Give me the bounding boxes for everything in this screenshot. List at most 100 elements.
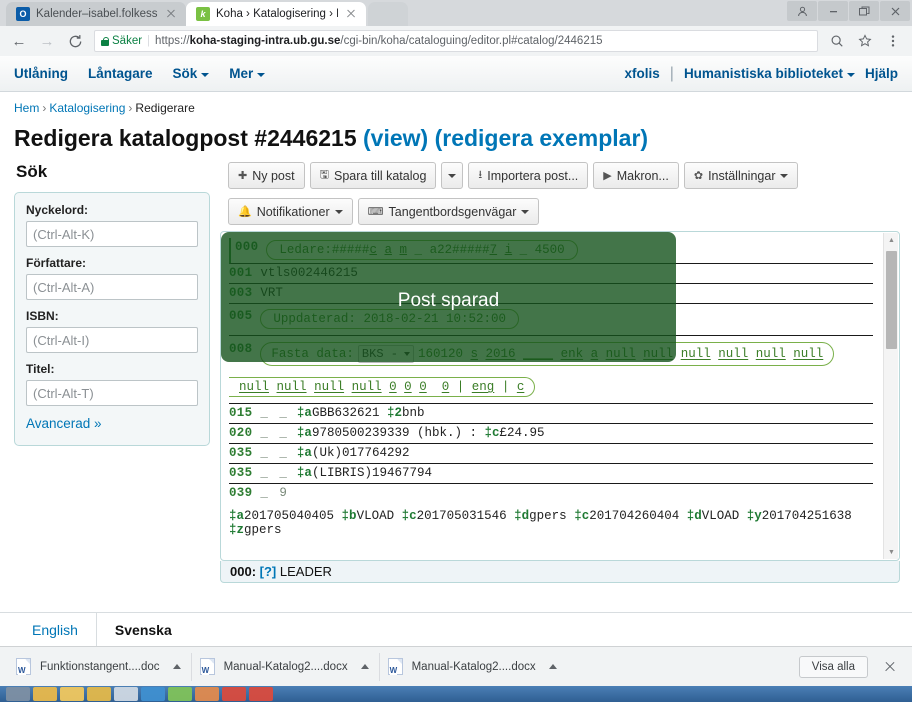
marc-tag: 039 (229, 486, 253, 500)
back-button[interactable]: ← (6, 28, 32, 54)
save-to-catalog-button[interactable]: 🖫 Spara till katalog (309, 162, 437, 189)
edit-items-link[interactable]: (redigera exemplar) (435, 125, 648, 151)
label-titel: Titel: (26, 362, 55, 376)
nav-divider: | (669, 64, 674, 82)
nav-user[interactable]: xfolis (625, 66, 660, 81)
author-input[interactable] (26, 274, 198, 300)
view-record-link[interactable]: (view) (363, 125, 428, 151)
nav-label: Mer (229, 66, 254, 81)
subfield-text: 9780500239339 (hbk.) : (311, 426, 477, 440)
marc-indicators: _ 9 (260, 486, 289, 500)
subfield-code: ‡c (484, 426, 500, 440)
chevron-up-icon[interactable] (548, 664, 557, 669)
taskbar-icon[interactable] (60, 687, 84, 701)
download-item-1[interactable]: Funktionstangent....doc (8, 652, 192, 681)
marc-row-020[interactable]: 020 _ _ ‡a9780500239339 (hbk.) : ‡c£24.9… (229, 424, 873, 444)
notifications-button[interactable]: 🔔 Notifikationer (228, 198, 353, 225)
taskbar-icon[interactable] (195, 687, 219, 701)
marc-row-039[interactable]: 039 _ 9 ‡a201705040405 ‡bVLOAD ‡c2017050… (229, 484, 873, 540)
language-english[interactable]: English (14, 613, 96, 647)
close-icon[interactable] (344, 7, 358, 21)
language-svenska[interactable]: Svenska (95, 612, 190, 646)
download-item-3[interactable]: Manual-Katalog2....docx (380, 653, 567, 681)
close-icon[interactable] (164, 7, 178, 21)
status-field-name: LEADER (279, 564, 332, 579)
show-all-downloads-button[interactable]: Visa alla (798, 655, 868, 678)
chevron-up-icon[interactable] (172, 664, 181, 669)
isbn-input[interactable] (26, 327, 198, 353)
marc-row-015[interactable]: 015 _ _ ‡aGBB632621 ‡2bnb (229, 404, 873, 424)
taskbar-icon[interactable] (114, 687, 138, 701)
taskbar-icon[interactable] (222, 687, 246, 701)
nav-item-sok[interactable]: Sök (173, 66, 210, 81)
advanced-search-link[interactable]: Avancerad » (26, 416, 102, 431)
taskbar-icon[interactable] (6, 687, 30, 701)
chevron-down-icon (521, 209, 530, 214)
subfield-text: gpers (529, 509, 567, 523)
nav-library-label: Humanistiska biblioteket (683, 66, 843, 81)
chevron-up-icon[interactable] (360, 664, 369, 669)
breadcrumb-katalogisering[interactable]: Katalogisering (49, 101, 125, 115)
import-record-button[interactable]: ⭳ Importera post... (468, 162, 589, 189)
forward-button[interactable]: → (34, 28, 60, 54)
nav-help[interactable]: Hjälp (865, 66, 898, 81)
minimize-icon[interactable] (818, 1, 848, 21)
download-filename: Manual-Katalog2....docx (411, 660, 536, 673)
close-icon[interactable] (882, 659, 898, 675)
title-input[interactable] (26, 380, 198, 406)
marc-row-035-b[interactable]: 035 _ _ ‡a(LIBRIS)19467794 (229, 464, 873, 484)
marc-row-035-a[interactable]: 035 _ _ ‡a(Uk)017764292 (229, 444, 873, 464)
subfield-code: ‡a (296, 446, 312, 460)
field-help-link[interactable]: [?] (260, 564, 277, 579)
close-icon[interactable] (880, 1, 910, 21)
taskbar-icon[interactable] (141, 687, 165, 701)
taskbar-icon[interactable] (87, 687, 111, 701)
scroll-down-icon[interactable]: ▼ (884, 545, 899, 559)
subfield-code: ‡c (401, 509, 417, 523)
download-shelf-actions: Visa alla (798, 655, 904, 678)
reload-button[interactable] (62, 28, 88, 54)
taskbar-icon[interactable] (168, 687, 192, 701)
page-viewport: Utlåning Låntagare Sök Mer xfolis | Huma… (0, 56, 912, 646)
browser-tab-1[interactable]: O Kalender–isabel.folkesso (6, 2, 186, 26)
new-tab-button[interactable] (368, 2, 408, 26)
new-record-button[interactable]: ✚ Ny post (228, 162, 305, 189)
bookmark-star-icon[interactable] (852, 28, 878, 54)
address-bar[interactable]: Säker | https://koha-staging-intra.ub.gu… (94, 30, 818, 52)
marc-row-008-cont[interactable]: null null null null 0 0 0 0 | eng | c (229, 369, 873, 404)
subfield-code: ‡a (296, 406, 312, 420)
marc-value: ‡aGBB632621 ‡2bnb (297, 406, 873, 420)
button-label: Spara till katalog (333, 168, 427, 183)
nav-item-mer[interactable]: Mer (229, 66, 266, 81)
button-label: Inställningar (708, 168, 776, 183)
save-dropdown-button[interactable] (441, 162, 464, 189)
profile-icon[interactable] (787, 1, 817, 21)
browser-tab-2[interactable]: k Koha › Katalogisering › R (186, 2, 366, 26)
zoom-icon[interactable] (824, 28, 850, 54)
nav-item-utlaning[interactable]: Utlåning (14, 66, 68, 81)
button-label: Tangentbordsgenvägar (388, 204, 517, 219)
scrollbar-thumb[interactable] (886, 251, 897, 349)
scroll-up-icon[interactable]: ▲ (884, 233, 899, 247)
subfield-code: ‡y (746, 509, 762, 523)
search-sidebar: Sök Nyckelord: Författare: ISBN: Titel: … (14, 158, 210, 583)
subfield-code: ‡b (341, 509, 357, 523)
body-columns: Sök Nyckelord: Författare: ISBN: Titel: … (0, 152, 912, 583)
nav-item-lantagare[interactable]: Låntagare (88, 66, 153, 81)
settings-button[interactable]: ✿ Inställningar (683, 162, 799, 189)
nav-library-selector[interactable]: Humanistiska biblioteket (684, 66, 855, 81)
subfield-text: 201704251638 (761, 509, 852, 523)
maximize-icon[interactable] (849, 1, 879, 21)
chrome-menu-icon[interactable] (880, 28, 906, 54)
macros-button[interactable]: ▶ Makron... (593, 162, 679, 189)
marc-editor[interactable]: 000 Ledare:#####c a m _ a22#####7 i _ 45… (220, 231, 900, 561)
keyword-input[interactable] (26, 221, 198, 247)
taskbar-icon[interactable] (249, 687, 273, 701)
editor-toolbar: ✚ Ny post 🖫 Spara till katalog ⭳ Importe… (220, 158, 900, 231)
keyboard-shortcuts-button[interactable]: ⌨ Tangentbordsgenvägar (357, 198, 540, 225)
marc-value: ‡a201705040405 ‡bVLOAD ‡c201705031546 ‡d… (229, 509, 873, 537)
breadcrumb-home[interactable]: Hem (14, 101, 39, 115)
marc-editor-scrollbar[interactable]: ▲ ▼ (883, 233, 898, 559)
taskbar-icon[interactable] (33, 687, 57, 701)
download-item-2[interactable]: Manual-Katalog2....docx (192, 652, 380, 681)
